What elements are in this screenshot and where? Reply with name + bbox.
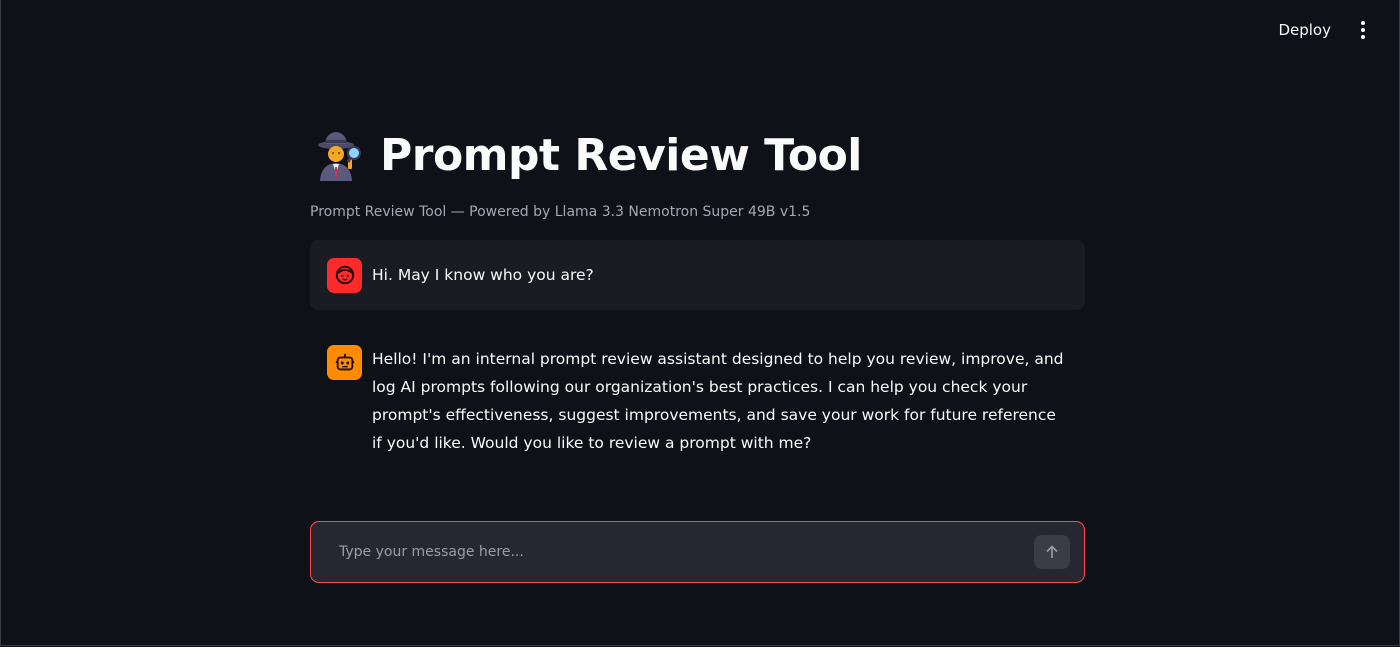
app-window: Deploy Prompt Review Tool Prompt Review … <box>0 0 1400 646</box>
chat-input[interactable] <box>337 543 1034 561</box>
detective-emoji-icon <box>318 132 361 181</box>
user-face-icon <box>335 265 354 285</box>
page-title: Prompt Review Tool <box>380 129 862 181</box>
message-text: Hi. May I know who you are? <box>372 266 594 284</box>
chat-message-user: Hi. May I know who you are? <box>310 240 1085 310</box>
assistant-avatar <box>327 345 362 380</box>
page-header: Prompt Review Tool <box>310 120 1085 190</box>
top-toolbar: Deploy <box>1278 0 1399 60</box>
kebab-menu-icon[interactable] <box>1355 17 1371 43</box>
deploy-button[interactable]: Deploy <box>1278 21 1331 39</box>
main-content: Prompt Review Tool Prompt Review Tool — … <box>310 120 1085 474</box>
chat-message-assistant: Hello! I'm an internal prompt review ass… <box>310 328 1085 474</box>
message-text: Hello! I'm an internal prompt review ass… <box>372 350 1064 452</box>
send-button[interactable] <box>1034 535 1070 569</box>
chat-input-container <box>310 521 1085 583</box>
arrow-up-icon <box>1046 545 1058 558</box>
robot-icon <box>335 353 354 370</box>
user-avatar <box>327 257 362 293</box>
page-caption: Prompt Review Tool — Powered by Llama 3.… <box>310 204 811 220</box>
